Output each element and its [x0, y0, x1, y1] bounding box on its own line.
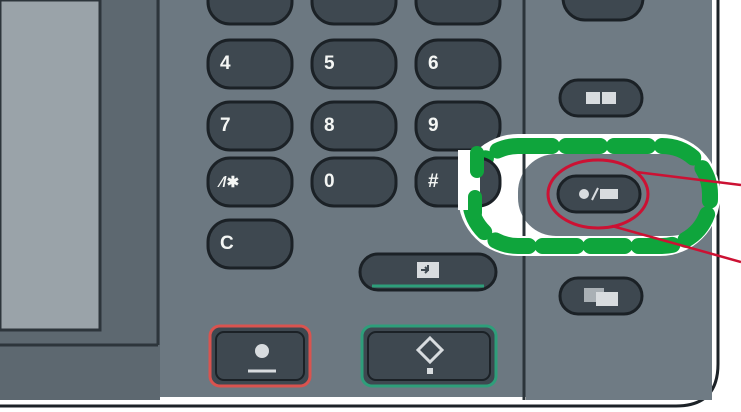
- display-screen: [0, 0, 102, 332]
- display-switch-button[interactable]: [560, 80, 642, 116]
- key-star[interactable]: ∕/✱: [208, 158, 292, 206]
- key-5[interactable]: 5: [312, 40, 396, 88]
- simple-screen-button[interactable]: [560, 278, 642, 314]
- key-clear[interactable]: C: [208, 220, 292, 268]
- key-hash[interactable]: #: [416, 158, 458, 206]
- key-6[interactable]: 6: [416, 40, 500, 88]
- enter-button[interactable]: [360, 254, 496, 290]
- energy-saver-button[interactable]: [558, 176, 640, 212]
- key-0[interactable]: 0: [312, 158, 396, 206]
- stop-button[interactable]: [210, 326, 310, 386]
- key-8[interactable]: 8: [312, 102, 396, 150]
- key-9[interactable]: 9: [416, 102, 500, 150]
- key-7[interactable]: 7: [208, 102, 292, 150]
- key-4[interactable]: 4: [208, 40, 292, 88]
- control-panel-illustration: 4 5 6 7 8 9 ∕/✱ 0 # C: [0, 0, 741, 412]
- start-button[interactable]: [362, 326, 496, 386]
